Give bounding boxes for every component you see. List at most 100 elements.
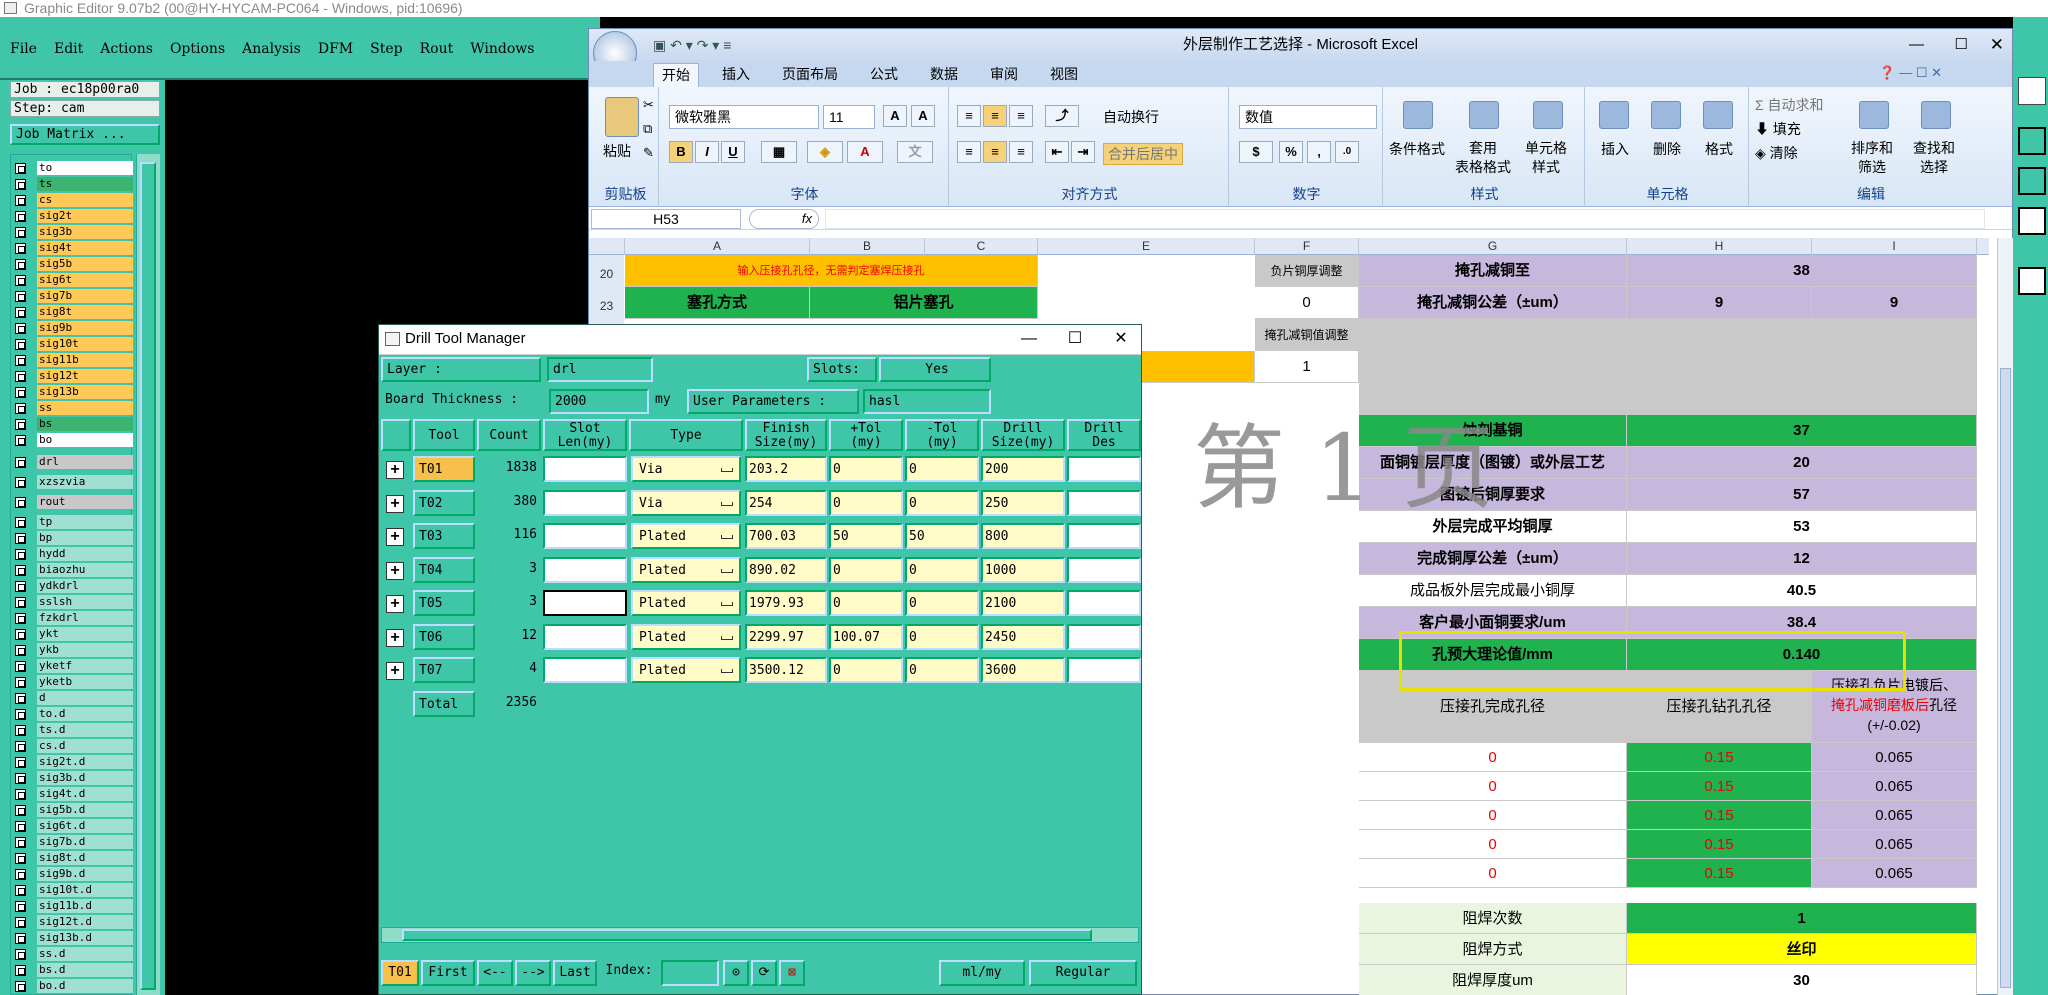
type-select[interactable]: Plated bbox=[631, 590, 741, 616]
type-select[interactable]: Via bbox=[631, 456, 741, 482]
sort-filter-icon[interactable] bbox=[1859, 101, 1889, 129]
layer-row[interactable]: drl bbox=[15, 455, 133, 470]
unit-select[interactable]: ml/my bbox=[939, 960, 1025, 986]
plus-tol-field[interactable]: 50 bbox=[829, 523, 903, 549]
tool-row[interactable]: + T06 12 Plated 2299.97 100.07 0 2450 bbox=[379, 621, 1143, 654]
mode-select[interactable]: Regular bbox=[1029, 960, 1137, 986]
row-value[interactable]: 37 bbox=[1627, 415, 1977, 447]
finish-size-field[interactable]: 890.02 bbox=[745, 556, 827, 583]
col-h[interactable]: H bbox=[1627, 238, 1812, 255]
tool-id[interactable]: T01 bbox=[413, 456, 475, 482]
layer-checkbox[interactable] bbox=[15, 371, 26, 382]
layer-row[interactable]: bs bbox=[15, 417, 133, 432]
layer-checkbox[interactable] bbox=[15, 869, 26, 880]
grid-after[interactable]: 0.065 bbox=[1812, 859, 1977, 888]
col-e[interactable]: E bbox=[1038, 238, 1255, 255]
tool-id[interactable]: T03 bbox=[413, 523, 475, 549]
solder-method-label[interactable]: 阻焊方式 bbox=[1359, 934, 1627, 965]
cell-gray-band-2[interactable] bbox=[1359, 351, 1977, 383]
conditional-format-button[interactable]: 条件格式 bbox=[1389, 139, 1445, 159]
col-i[interactable]: I bbox=[1812, 238, 1977, 255]
plus-tol-field[interactable]: 0 bbox=[829, 489, 903, 516]
conditional-format-icon[interactable] bbox=[1403, 101, 1433, 129]
layer-row[interactable]: bp bbox=[15, 531, 133, 546]
layer-checkbox[interactable] bbox=[15, 837, 26, 848]
layer-name[interactable]: sslsh bbox=[37, 595, 133, 609]
layer-checkbox[interactable] bbox=[15, 275, 26, 286]
format-cells-icon[interactable] bbox=[1703, 101, 1733, 129]
expand-icon[interactable]: + bbox=[386, 494, 404, 513]
plus-tol-field[interactable]: 0 bbox=[829, 590, 903, 616]
layer-checkbox[interactable] bbox=[15, 259, 26, 270]
layer-checkbox[interactable] bbox=[15, 581, 26, 592]
layer-checkbox[interactable] bbox=[15, 387, 26, 398]
layer-checkbox[interactable] bbox=[15, 773, 26, 784]
grow-font-icon[interactable]: A bbox=[883, 105, 907, 127]
tool-icon-4[interactable] bbox=[2018, 267, 2046, 295]
layer-row[interactable]: sslsh bbox=[15, 595, 133, 610]
row-value[interactable]: 20 bbox=[1627, 447, 1977, 479]
solder-count[interactable]: 1 bbox=[1627, 903, 1977, 934]
drill-size-field[interactable]: 200 bbox=[981, 456, 1065, 482]
layer-checkbox[interactable] bbox=[15, 497, 26, 508]
expand-icon[interactable]: + bbox=[386, 628, 404, 647]
finish-size-field[interactable]: 700.03 bbox=[745, 523, 827, 549]
layer-row[interactable]: sig6t.d bbox=[15, 819, 133, 834]
layer-row[interactable]: sig11b bbox=[15, 353, 133, 368]
col-c[interactable]: C bbox=[925, 238, 1038, 255]
font-color-icon[interactable]: A bbox=[847, 141, 883, 163]
layer-name[interactable]: hydd bbox=[37, 547, 133, 561]
tab-formulas[interactable]: 公式 bbox=[861, 63, 907, 87]
layer-name[interactable]: sig13b.d bbox=[37, 931, 133, 945]
search-icon[interactable]: ⊙ bbox=[723, 960, 749, 986]
layer-name[interactable]: d bbox=[37, 691, 133, 705]
grid-finish[interactable]: 0 bbox=[1359, 801, 1627, 830]
currency-icon[interactable]: $ bbox=[1239, 141, 1273, 163]
tab-review[interactable]: 审阅 bbox=[981, 63, 1027, 87]
row-label[interactable]: 完成铜厚公差（±um） bbox=[1359, 543, 1627, 575]
solder-count-label[interactable]: 阻焊次数 bbox=[1359, 903, 1627, 934]
row-value[interactable]: 53 bbox=[1627, 511, 1977, 543]
layer-name[interactable]: sig11b.d bbox=[37, 899, 133, 913]
type-select[interactable]: Plated bbox=[631, 556, 741, 583]
tool-row[interactable]: + T02 380 Via 254 0 0 250 bbox=[379, 487, 1143, 520]
layer-row[interactable]: ss.d bbox=[15, 947, 133, 962]
layer-checkbox[interactable] bbox=[15, 307, 26, 318]
layer-checkbox[interactable] bbox=[15, 741, 26, 752]
layer-row[interactable]: rout bbox=[15, 495, 133, 510]
bold-button[interactable]: B bbox=[669, 141, 693, 163]
drill-des-field[interactable] bbox=[1067, 590, 1141, 616]
solder-method[interactable]: 丝印 bbox=[1627, 934, 1977, 965]
dtm-close-icon[interactable]: ✕ bbox=[1101, 325, 1141, 354]
layer-row[interactable]: to.d bbox=[15, 707, 133, 722]
layer-checkbox[interactable] bbox=[15, 949, 26, 960]
grid-drill[interactable]: 0.15 bbox=[1627, 743, 1812, 772]
cell-h20[interactable]: 38 bbox=[1627, 255, 1977, 287]
minimize-icon[interactable]: — bbox=[1909, 29, 1924, 61]
layer-row[interactable]: ss bbox=[15, 401, 133, 416]
sort-filter-button[interactable]: 排序和 筛选 bbox=[1851, 139, 1893, 177]
type-select[interactable]: Plated bbox=[631, 657, 741, 683]
layer-checkbox[interactable] bbox=[15, 821, 26, 832]
layer-checkbox[interactable] bbox=[15, 457, 26, 468]
layer-row[interactable]: sig8t bbox=[15, 305, 133, 320]
menu-options[interactable]: Options bbox=[170, 41, 225, 57]
layer-name[interactable]: sig10t.d bbox=[37, 883, 133, 897]
layer-name[interactable]: cs.d bbox=[37, 739, 133, 753]
layer-checkbox[interactable] bbox=[15, 677, 26, 688]
table-format-button[interactable]: 套用 表格格式 bbox=[1455, 139, 1511, 177]
find-select-button[interactable]: 查找和 选择 bbox=[1913, 139, 1955, 177]
layer-checkbox[interactable] bbox=[15, 725, 26, 736]
find-select-icon[interactable] bbox=[1921, 101, 1951, 129]
tab-home[interactable]: 开始 bbox=[653, 63, 699, 87]
drill-size-field[interactable]: 250 bbox=[981, 489, 1065, 516]
job-matrix-button[interactable]: Job Matrix ... bbox=[10, 124, 160, 145]
row-label[interactable]: 成品板外层完成最小铜厚 bbox=[1359, 575, 1627, 607]
layer-name[interactable]: sig3b bbox=[37, 225, 133, 239]
cell-a23[interactable]: 塞孔方式 bbox=[625, 287, 810, 319]
layer-name[interactable]: bp bbox=[37, 531, 133, 545]
excel-scroll-thumb[interactable] bbox=[2000, 368, 2011, 988]
slot-len-field[interactable] bbox=[543, 623, 627, 650]
cell-style-button[interactable]: 单元格 样式 bbox=[1525, 139, 1567, 177]
layer-row[interactable]: sig2t.d bbox=[15, 755, 133, 770]
